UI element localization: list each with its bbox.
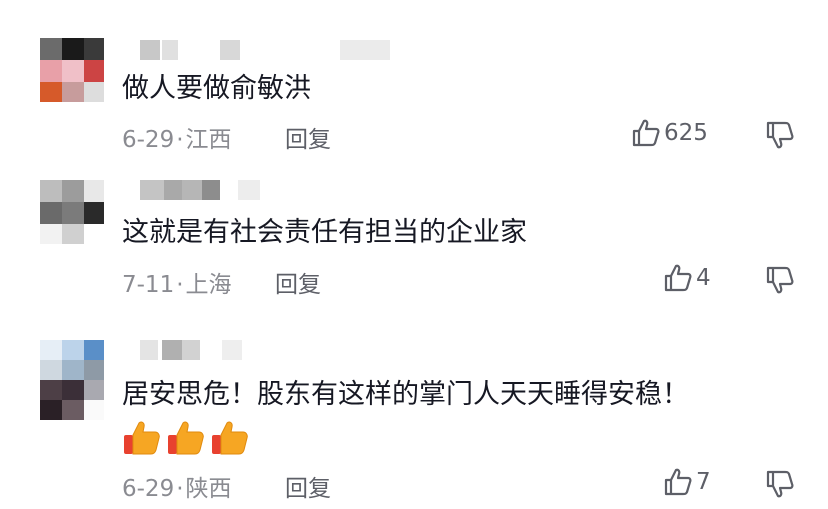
comment-date: 7-11 [122,272,175,298]
like-count: 7 [696,469,711,495]
comment-meta: 6-29·江西 [122,120,232,154]
dislike-button[interactable] [766,265,794,299]
comment-text: 居安思危！股东有这样的掌门人天天睡得安稳！ [122,379,689,410]
like-button[interactable]: 4 [664,263,711,293]
meta-separator: · [176,476,184,502]
like-count: 625 [664,120,708,146]
comment-text: 做人要做俞敏洪 [122,73,311,104]
reply-button[interactable]: 回复 [275,265,321,299]
meta-separator: · [176,272,184,298]
comment-location: 江西 [185,127,232,153]
thumb-down-outline-icon [766,121,794,149]
thumb-down-outline-icon [766,266,794,294]
comment-location: 上海 [185,272,232,298]
comment-meta: 7-11·上海 [122,265,232,299]
like-button[interactable]: 625 [632,118,708,148]
like-count: 4 [696,265,711,291]
comment-location: 陕西 [185,476,232,502]
thumbs-up-icon [168,421,204,455]
thumb-up-outline-icon [664,264,692,292]
avatar[interactable] [40,340,104,420]
comment-meta: 6-29·陕西 [122,469,232,503]
thumb-up-outline-icon [632,119,660,147]
thumb-down-outline-icon [766,470,794,498]
emoji-row [122,418,250,458]
username-blurred[interactable] [140,340,250,360]
avatar[interactable] [40,180,104,244]
dislike-button[interactable] [766,469,794,503]
thumbs-up-icon [212,421,248,455]
reply-button[interactable]: 回复 [285,469,331,503]
comment-text: 这就是有社会责任有担当的企业家 [122,217,527,248]
thumbs-up-icon [124,421,160,455]
like-button[interactable]: 7 [664,467,711,497]
thumb-up-outline-icon [664,468,692,496]
comment-date: 6-29 [122,127,175,153]
username-blurred[interactable] [140,180,270,200]
reply-button[interactable]: 回复 [285,120,331,154]
comment-date: 6-29 [122,476,175,502]
dislike-button[interactable] [766,120,794,154]
username-blurred[interactable] [140,40,400,60]
avatar[interactable] [40,38,104,102]
meta-separator: · [176,127,184,153]
